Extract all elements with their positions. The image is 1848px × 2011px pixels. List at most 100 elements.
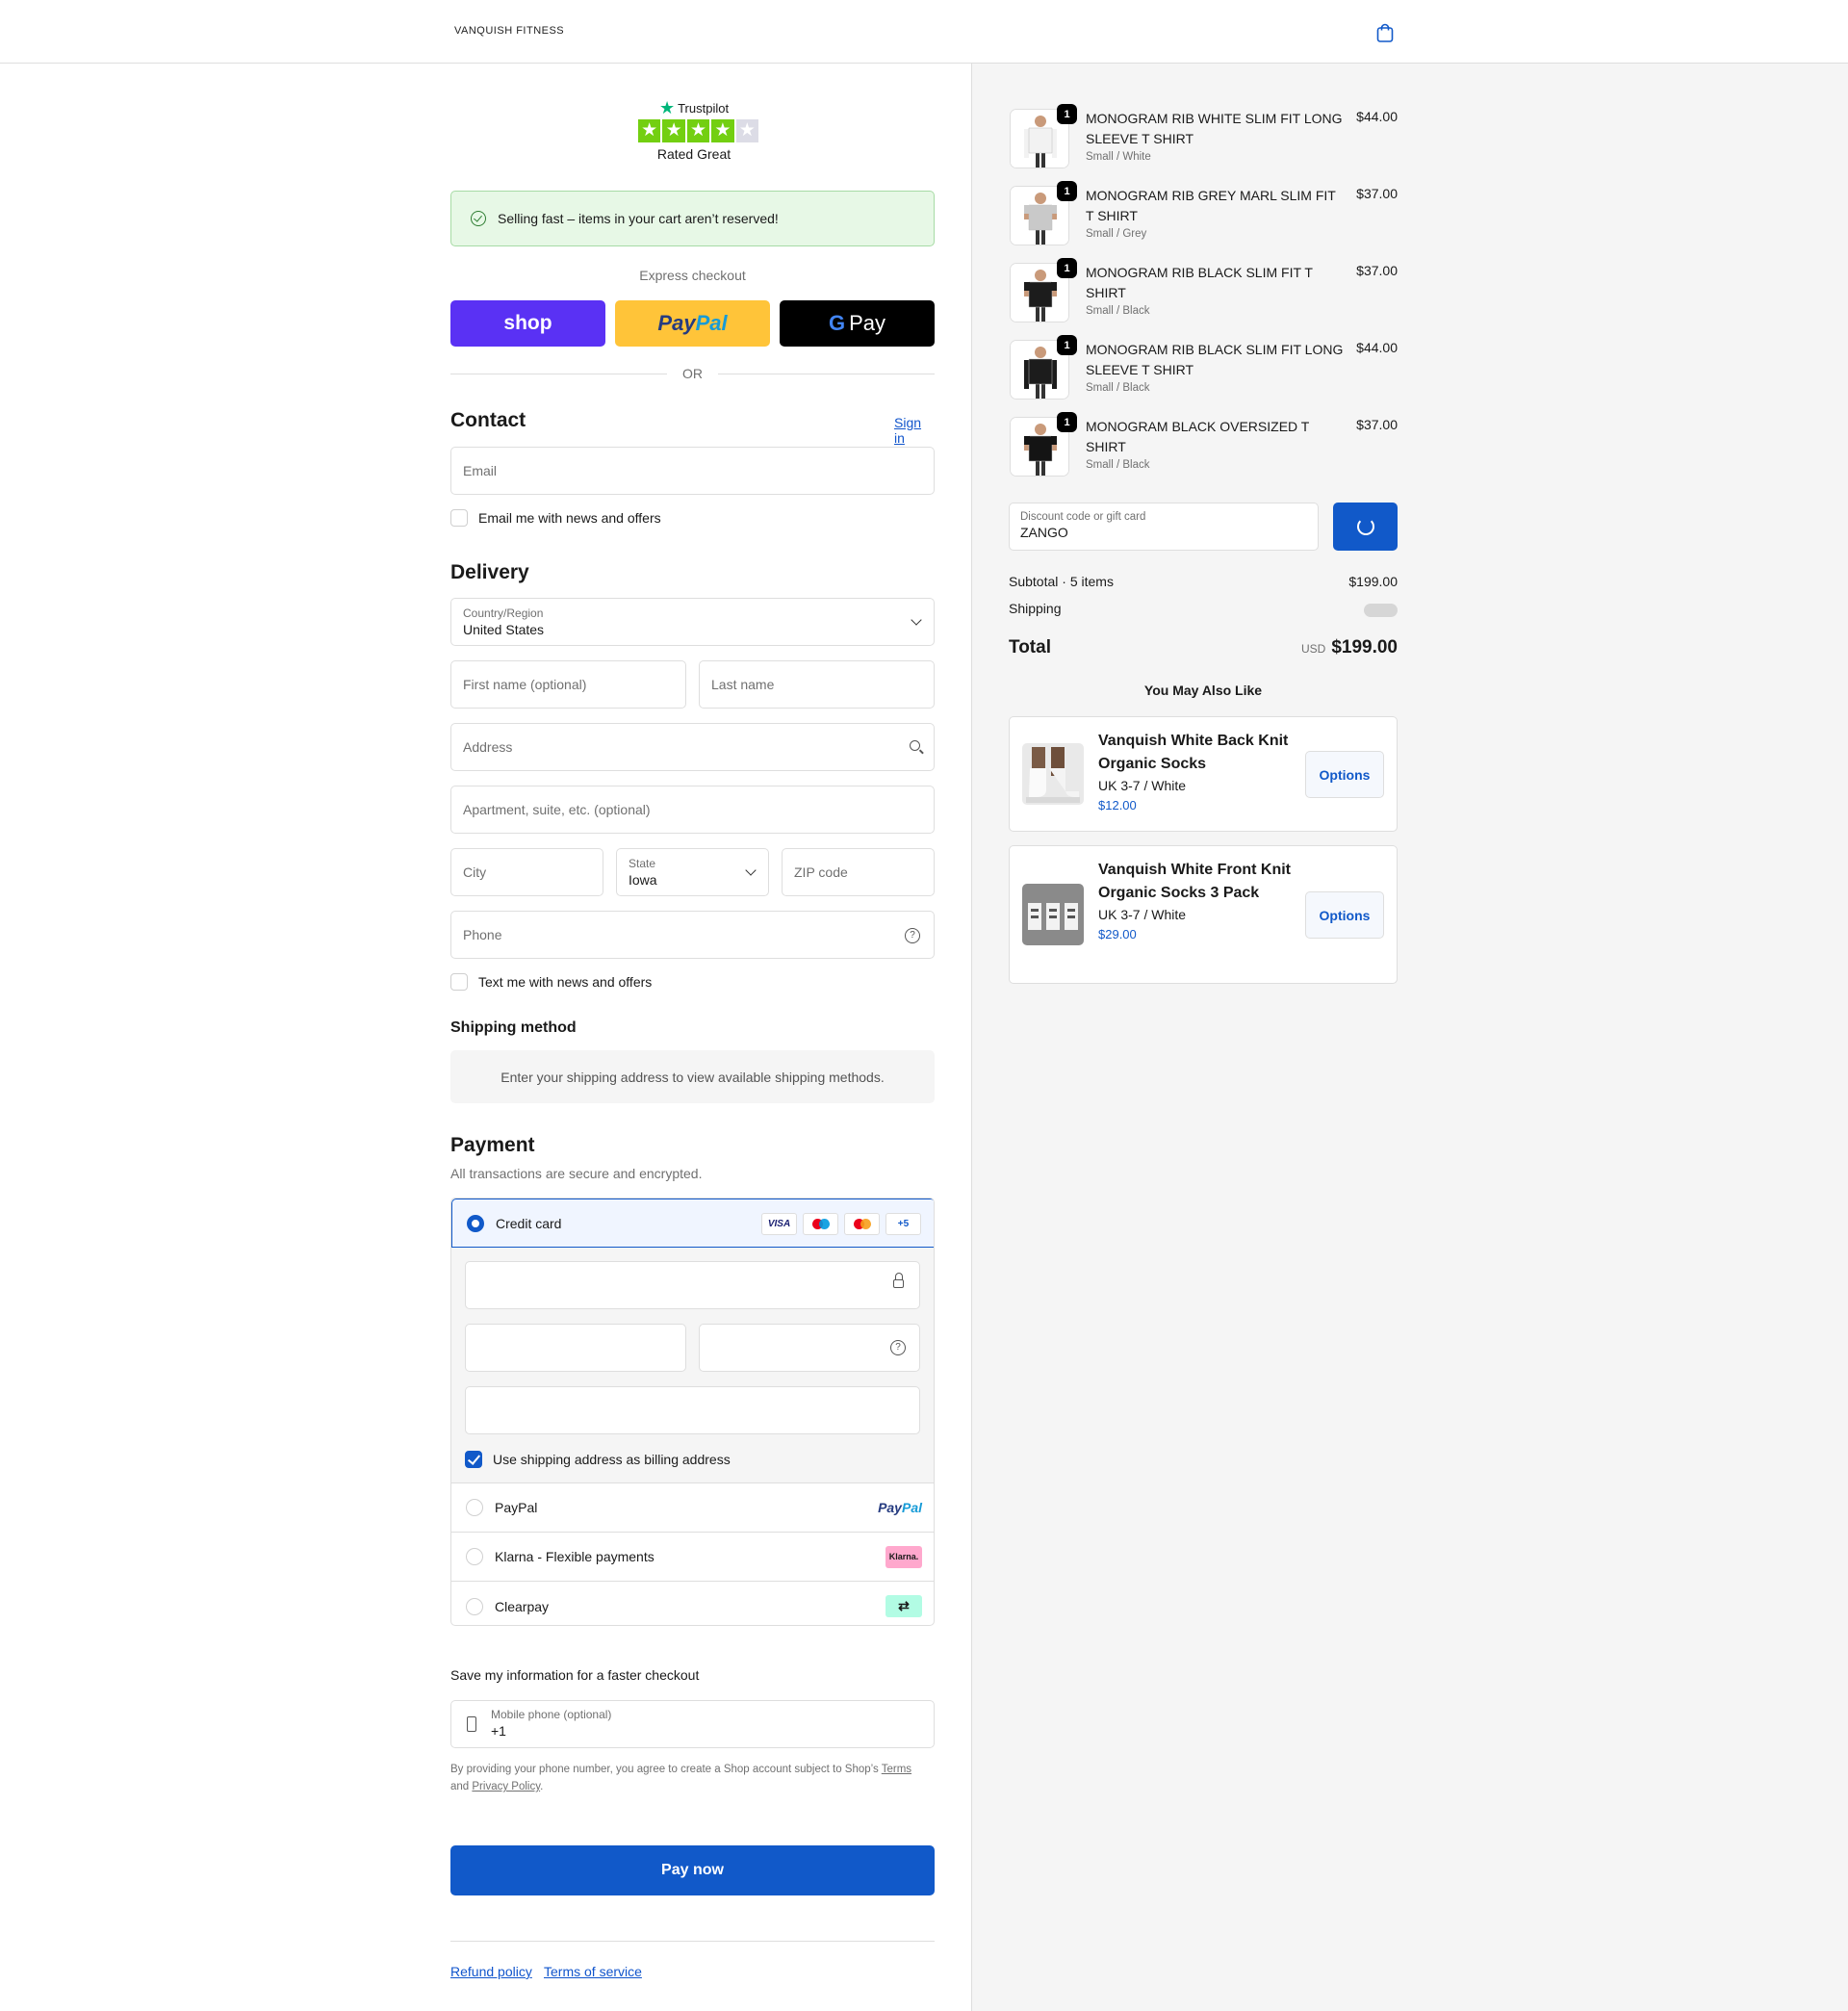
payment-subtitle: All transactions are secure and encrypte… — [450, 1166, 703, 1181]
shop-pay-button[interactable]: shop — [450, 300, 605, 347]
help-icon[interactable]: ? — [890, 1340, 906, 1355]
options-button[interactable]: Options — [1305, 751, 1384, 798]
email-news-label: Email me with news and offers — [478, 510, 661, 526]
upsell-product-price: $12.00 — [1098, 798, 1137, 812]
billing-address-checkbox[interactable]: Use shipping address as billing address — [465, 1451, 731, 1468]
radio[interactable] — [466, 1597, 483, 1615]
apartment-field[interactable]: Apartment, suite, etc. (optional) — [450, 786, 935, 834]
cart-item-price: $44.00 — [1356, 109, 1398, 124]
radio[interactable] — [466, 1548, 483, 1565]
cart-item-variant: Small / Black — [1086, 382, 1150, 394]
mobile-phone-icon — [467, 1716, 476, 1732]
country-select[interactable]: Country/Region United States — [450, 598, 935, 646]
mobile-phone-field[interactable]: Mobile phone (optional) +1 — [450, 1700, 935, 1748]
shopping-bag-icon[interactable] — [1373, 21, 1397, 44]
paypal-option-label: PayPal — [495, 1500, 538, 1515]
upsell-product-variant: UK 3-7 / White — [1098, 907, 1187, 922]
save-info-label: Save my information for a faster checkou… — [450, 1667, 700, 1683]
city-placeholder: City — [463, 864, 487, 880]
pay-now-button[interactable]: Pay now — [450, 1845, 935, 1895]
star-icon: ★ — [686, 119, 710, 142]
upsell-product-price: $29.00 — [1098, 927, 1137, 941]
help-icon[interactable]: ? — [905, 928, 920, 943]
shop-disclaimer: By providing your phone number, you agre… — [450, 1761, 935, 1795]
discount-code-field[interactable]: Discount code or gift card ZANGO — [1009, 503, 1319, 551]
billing-address-label: Use shipping address as billing address — [493, 1452, 731, 1467]
discount-label: Discount code or gift card — [1020, 511, 1146, 523]
address-placeholder: Address — [463, 739, 513, 755]
privacy-policy-link[interactable]: Privacy Policy — [472, 1781, 540, 1792]
contact-heading: Contact — [450, 409, 526, 431]
expiry-field[interactable] — [465, 1324, 686, 1372]
clearpay-option[interactable]: Clearpay ⇄ — [451, 1582, 934, 1625]
state-label: State — [629, 857, 656, 870]
trustpilot-rating: Rated Great — [656, 146, 732, 162]
paypal-express-button[interactable]: Pay Pal — [615, 300, 770, 347]
paypal-option[interactable]: PayPal PayPal — [451, 1483, 934, 1533]
mobile-phone-value: +1 — [491, 1723, 506, 1739]
checkbox[interactable] — [450, 973, 468, 991]
payment-heading: Payment — [450, 1134, 535, 1156]
address-field[interactable]: Address — [450, 723, 935, 771]
cart-item-name: MONOGRAM RIB WHITE SLIM FIT LONG SLEEVE … — [1086, 111, 1343, 146]
first-name-field[interactable]: First name (optional) — [450, 660, 686, 709]
last-name-field[interactable]: Last name — [699, 660, 935, 709]
city-field[interactable]: City — [450, 848, 603, 896]
clearpay-logo: ⇄ — [886, 1595, 922, 1617]
express-checkout-label: Express checkout — [639, 268, 746, 283]
email-news-checkbox[interactable]: Email me with news and offers — [450, 509, 661, 527]
radio-selected[interactable] — [467, 1214, 484, 1232]
upsell-card: Vanquish White Back Knit Organic Socks U… — [1009, 716, 1398, 832]
cart-item-price: $44.00 — [1356, 340, 1398, 355]
loading-spinner-icon — [1356, 518, 1374, 535]
country-value: United States — [463, 622, 545, 637]
klarna-logo: Klarna. — [886, 1545, 922, 1568]
apply-discount-button[interactable] — [1333, 503, 1398, 551]
text-news-checkbox[interactable]: Text me with news and offers — [450, 973, 652, 991]
upsell-product-name[interactable]: Vanquish White Front Knit Organic Socks … — [1098, 859, 1296, 905]
google-g-icon: G — [828, 311, 846, 335]
klarna-option-label: Klarna - Flexible payments — [495, 1549, 654, 1564]
radio[interactable] — [466, 1499, 483, 1516]
chevron-down-icon — [745, 864, 757, 876]
email-field[interactable]: Email — [450, 447, 935, 495]
security-code-field[interactable]: ? — [699, 1324, 920, 1372]
maestro-icon — [803, 1213, 838, 1235]
klarna-option[interactable]: Klarna - Flexible payments Klarna. — [451, 1533, 934, 1582]
upsell-product-name[interactable]: Vanquish White Back Knit Organic Socks — [1098, 730, 1296, 776]
terms-link[interactable]: Terms — [882, 1764, 911, 1775]
name-on-card-field[interactable] — [465, 1386, 920, 1434]
checkbox[interactable] — [450, 509, 468, 527]
cart-item: 1 MONOGRAM RIB WHITE SLIM FIT LONG SLEEVE… — [1010, 104, 1398, 176]
payment-methods: Credit card VISA +5 ? Use shipping addre… — [450, 1198, 935, 1626]
checkbox-checked[interactable] — [465, 1451, 482, 1468]
shipping-label: Shipping — [1009, 601, 1062, 616]
product-image — [1022, 743, 1084, 805]
terms-of-service-link[interactable]: Terms of service — [544, 1964, 642, 1979]
cart-item-name: MONOGRAM BLACK OVERSIZED T SHIRT — [1086, 419, 1310, 454]
credit-card-option[interactable]: Credit card VISA +5 — [451, 1199, 934, 1248]
refund-policy-link[interactable]: Refund policy — [450, 1964, 532, 1979]
google-pay-button[interactable]: G Pay — [780, 300, 935, 347]
trustpilot-brand: Trustpilot — [678, 100, 730, 116]
country-label: Country/Region — [463, 606, 544, 620]
card-number-field[interactable] — [465, 1261, 920, 1309]
zip-field[interactable]: ZIP code — [782, 848, 935, 896]
star-icon: ★ — [638, 119, 661, 142]
stock-alert-text: Selling fast – items in your cart aren’t… — [498, 211, 779, 226]
state-select[interactable]: State Iowa — [616, 848, 769, 896]
subtotal-label: Subtotal · 5 items — [1009, 574, 1114, 589]
shipping-method-message: Enter your shipping address to view avai… — [500, 1069, 885, 1085]
trustpilot-widget: ★ Trustpilot ★ ★ ★ ★ ★ Rated Great — [629, 99, 759, 162]
cart-item-name: MONOGRAM RIB BLACK SLIM FIT LONG SLEEVE … — [1086, 342, 1344, 377]
sign-in-link[interactable]: Sign in — [894, 415, 935, 446]
brand-logo[interactable]: VANQUISH FITNESS — [454, 25, 564, 37]
quantity-badge: 1 — [1057, 412, 1077, 432]
options-button[interactable]: Options — [1305, 891, 1384, 939]
cart-item-name: MONOGRAM RIB GREY MARL SLIM FIT T SHIRT — [1086, 188, 1336, 223]
upsell-title: You May Also Like — [1143, 683, 1263, 698]
search-icon — [910, 740, 920, 751]
mobile-phone-label: Mobile phone (optional) — [491, 1708, 612, 1721]
star-icon: ★ — [662, 119, 685, 142]
phone-field[interactable]: Phone ? — [450, 911, 935, 959]
